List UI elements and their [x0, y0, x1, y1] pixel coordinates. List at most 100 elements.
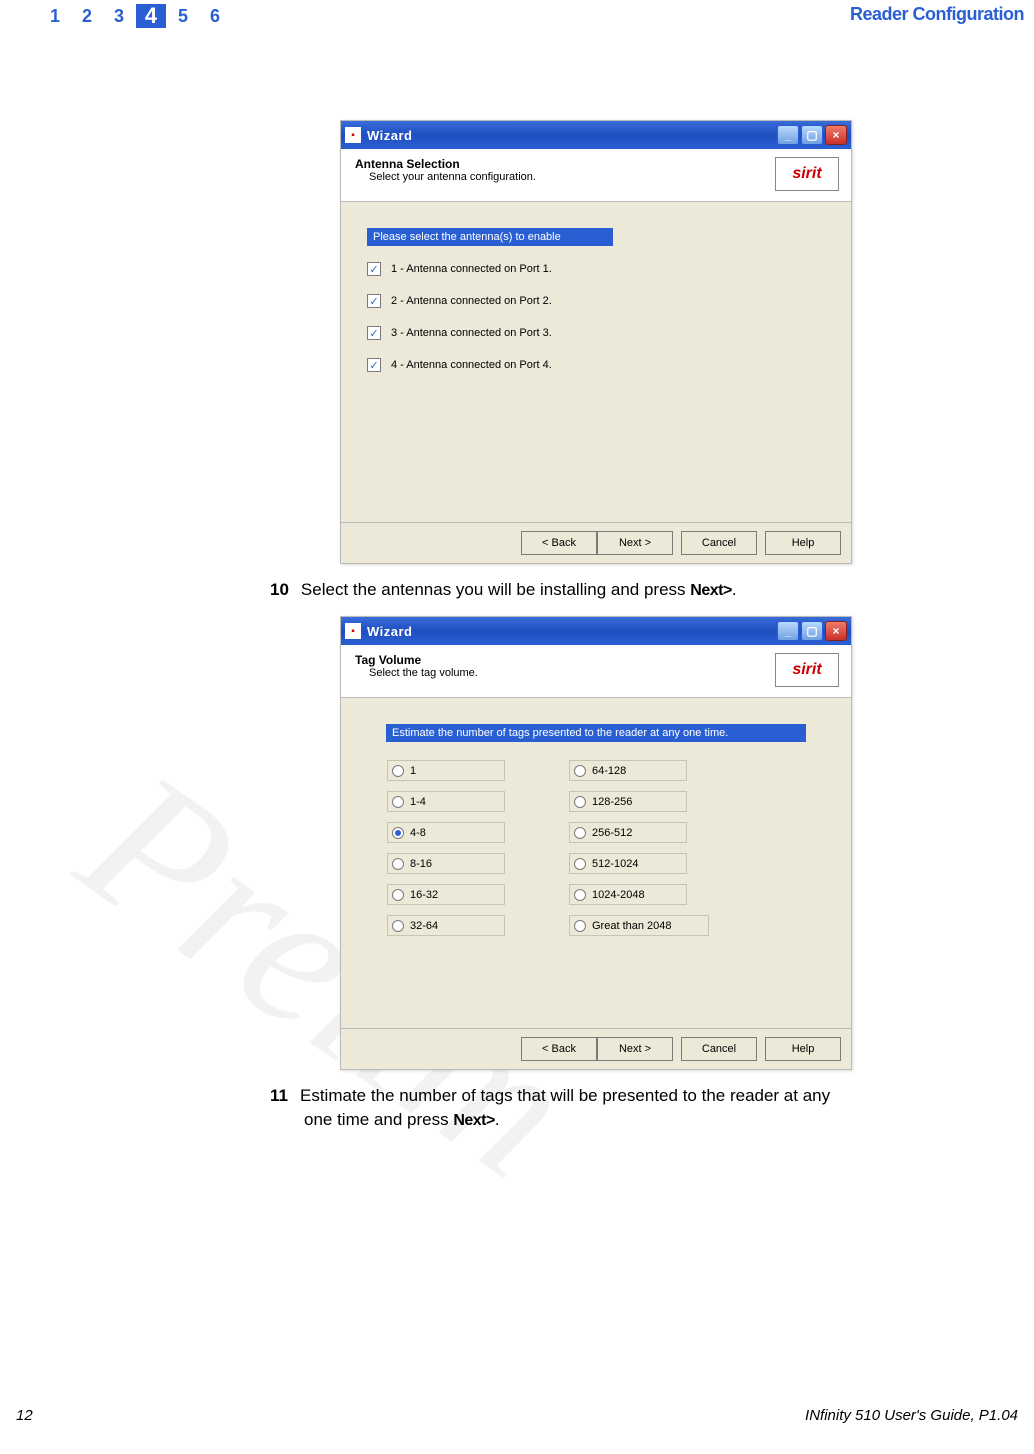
chapter-tabs: 1 2 3 4 5 6	[40, 4, 230, 28]
radio-icon	[392, 827, 404, 839]
guide-title: INfinity 510 User's Guide, P1.04	[805, 1407, 1018, 1424]
radio-option-1-4[interactable]: 1-4	[387, 791, 505, 812]
wizard-step-sub: Select the tag volume.	[369, 667, 478, 679]
close-button[interactable]: ×	[825, 621, 847, 641]
radio-option-32-64[interactable]: 32-64	[387, 915, 505, 936]
antenna-option-4: ✓ 4 - Antenna connected on Port 4.	[367, 356, 825, 374]
radio-label: Great than 2048	[592, 920, 672, 932]
step-11-suffix: .	[495, 1110, 500, 1129]
wizard-step-title: Antenna Selection	[355, 157, 536, 171]
antenna-2-label: 2 - Antenna connected on Port 2.	[385, 292, 615, 310]
step-11-instruction: 11Estimate the number of tags that will …	[270, 1084, 1020, 1132]
sirit-logo: sirit	[775, 157, 839, 191]
page-footer: 12 INfinity 510 User's Guide, P1.04	[0, 1407, 1034, 1424]
antenna-option-3: ✓ 3 - Antenna connected on Port 3.	[367, 324, 825, 342]
next-button[interactable]: Next >	[597, 531, 673, 555]
wizard-step-sub: Select your antenna configuration.	[369, 171, 536, 183]
step-10-bold: Next>	[690, 582, 732, 599]
wizard-body: Estimate the number of tags presented to…	[341, 698, 851, 1028]
wizard-body: Please select the antenna(s) to enable ✓…	[341, 202, 851, 522]
radio-icon	[574, 765, 586, 777]
radio-icon	[392, 765, 404, 777]
antenna-option-2: ✓ 2 - Antenna connected on Port 2.	[367, 292, 825, 310]
radio-label: 32-64	[410, 920, 438, 932]
radio-label: 256-512	[592, 827, 632, 839]
maximize-button[interactable]: ▢	[801, 125, 823, 145]
radio-icon	[574, 796, 586, 808]
tab-2: 2	[72, 4, 102, 28]
guide-rest: finity 510 User's Guide, P1.04	[820, 1407, 1018, 1424]
prompt-label: Estimate the number of tags presented to…	[386, 724, 806, 742]
wizard-header: Antenna Selection Select your antenna co…	[341, 149, 851, 202]
wizard-header: Tag Volume Select the tag volume. sirit	[341, 645, 851, 698]
prompt-label: Please select the antenna(s) to enable	[367, 228, 613, 246]
checkbox-antenna-1[interactable]: ✓	[367, 262, 381, 276]
radio-label: 4-8	[410, 827, 426, 839]
logo-text: sirit	[792, 166, 821, 182]
page-number: 12	[16, 1407, 33, 1424]
wizard-tag-volume: ▪ Wizard _ ▢ × Tag Volume Select the tag…	[340, 616, 852, 1070]
step-10-number: 10	[270, 580, 289, 599]
tag-volume-options: 1 1-4 4-8 8-16 16-32 32-64 64-128 128-25…	[367, 760, 825, 936]
checkbox-antenna-3[interactable]: ✓	[367, 326, 381, 340]
radio-icon	[392, 796, 404, 808]
app-icon: ▪	[345, 127, 361, 143]
radio-icon	[574, 920, 586, 932]
radio-label: 64-128	[592, 765, 626, 777]
titlebar: ▪ Wizard _ ▢ ×	[341, 121, 851, 149]
tab-4-active: 4	[136, 4, 166, 28]
cancel-button[interactable]: Cancel	[681, 531, 757, 555]
close-button[interactable]: ×	[825, 125, 847, 145]
radio-icon	[392, 920, 404, 932]
cancel-button[interactable]: Cancel	[681, 1037, 757, 1061]
radio-label: 128-256	[592, 796, 632, 808]
radio-option-64-128[interactable]: 64-128	[569, 760, 687, 781]
help-button[interactable]: Help	[765, 1037, 841, 1061]
radio-option-gt-2048[interactable]: Great than 2048	[569, 915, 709, 936]
window-title: Wizard	[367, 624, 775, 639]
step-10-suffix: .	[732, 580, 737, 599]
wizard-antenna-selection: ▪ Wizard _ ▢ × Antenna Selection Select …	[340, 120, 852, 564]
radio-option-8-16[interactable]: 8-16	[387, 853, 505, 874]
app-icon: ▪	[345, 623, 361, 639]
wizard-step-title: Tag Volume	[355, 653, 478, 667]
step-11-line2: one time and press	[304, 1110, 453, 1129]
tab-6: 6	[200, 4, 230, 28]
minimize-button[interactable]: _	[777, 125, 799, 145]
radio-icon	[574, 827, 586, 839]
checkbox-antenna-2[interactable]: ✓	[367, 294, 381, 308]
radio-label: 16-32	[410, 889, 438, 901]
antenna-4-label: 4 - Antenna connected on Port 4.	[385, 356, 615, 374]
radio-option-128-256[interactable]: 128-256	[569, 791, 687, 812]
minimize-button[interactable]: _	[777, 621, 799, 641]
step-10-text: Select the antennas you will be installi…	[301, 580, 690, 599]
radio-label: 8-16	[410, 858, 432, 870]
step-11-bold: Next>	[453, 1112, 495, 1129]
radio-option-4-8[interactable]: 4-8	[387, 822, 505, 843]
radio-option-1024-2048[interactable]: 1024-2048	[569, 884, 687, 905]
next-button[interactable]: Next >	[597, 1037, 673, 1061]
radio-label: 1	[410, 765, 416, 777]
maximize-button[interactable]: ▢	[801, 621, 823, 641]
sirit-logo: sirit	[775, 653, 839, 687]
checkbox-antenna-4[interactable]: ✓	[367, 358, 381, 372]
radio-option-256-512[interactable]: 256-512	[569, 822, 687, 843]
titlebar: ▪ Wizard _ ▢ ×	[341, 617, 851, 645]
tab-1: 1	[40, 4, 70, 28]
help-button[interactable]: Help	[765, 531, 841, 555]
step-11-number: 11	[270, 1086, 288, 1105]
tab-3: 3	[104, 4, 134, 28]
back-button[interactable]: < Back	[521, 531, 597, 555]
window-title: Wizard	[367, 128, 775, 143]
antenna-3-label: 3 - Antenna connected on Port 3.	[385, 324, 615, 342]
radio-option-16-32[interactable]: 16-32	[387, 884, 505, 905]
guide-prefix: IN	[805, 1407, 820, 1424]
radio-option-1[interactable]: 1	[387, 760, 505, 781]
radio-label: 1024-2048	[592, 889, 645, 901]
wizard-footer: < Back Next > Cancel Help	[341, 1029, 851, 1069]
back-button[interactable]: < Back	[521, 1037, 597, 1061]
logo-text: sirit	[792, 662, 821, 678]
radio-label: 512-1024	[592, 858, 639, 870]
radio-option-512-1024[interactable]: 512-1024	[569, 853, 687, 874]
wizard-footer: < Back Next > Cancel Help	[341, 523, 851, 563]
